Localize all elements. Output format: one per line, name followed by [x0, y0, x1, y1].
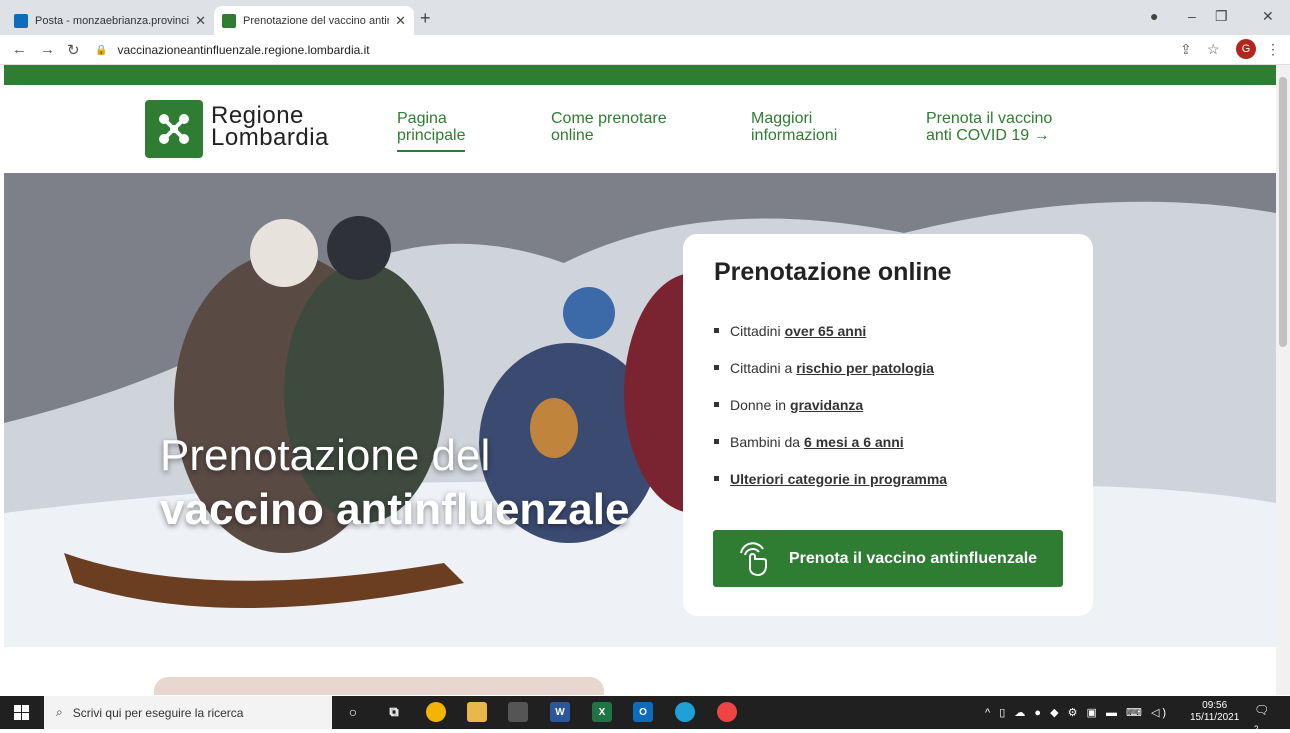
windows-taskbar: ⌕ Scrivi qui per eseguire la ricerca ○ ⧉… — [0, 696, 1290, 733]
cortana-icon[interactable]: ○ — [343, 702, 363, 722]
cta-label: Prenota il vaccino antinfluenzale — [789, 549, 1038, 567]
excel-icon[interactable]: X — [592, 702, 612, 722]
address-bar: ← → ↻ 🔒 vaccinazioneantinfluenzale.regio… — [0, 35, 1290, 65]
category-link-bambini[interactable]: 6 mesi a 6 anni — [804, 434, 904, 450]
site-header: Regione Lombardia Pagina principale Come… — [4, 85, 1276, 173]
share-icon[interactable]: ⇪ — [1180, 41, 1192, 58]
category-link-rischio[interactable]: rischio per patologia — [796, 360, 934, 376]
page-viewport: Regione Lombardia Pagina principale Come… — [0, 65, 1290, 695]
windows-start-icon[interactable] — [14, 705, 29, 720]
bullet-icon — [714, 365, 719, 370]
bullet-icon — [714, 439, 719, 444]
edge-icon[interactable] — [675, 702, 695, 722]
taskbar-clock[interactable]: 09:56 15/11/2021 — [1190, 700, 1239, 724]
close-window-icon[interactable]: ✕ — [1262, 8, 1274, 25]
file-explorer-icon[interactable] — [467, 702, 487, 722]
hero-title-line1: Prenotazione del — [160, 431, 491, 480]
tab-title: Posta - monzaebrianza.provincia. — [35, 14, 190, 27]
bullet-icon — [714, 476, 719, 481]
list-item: Cittadini over 65 anni — [714, 312, 947, 349]
nav-label-line2: informazioni — [751, 127, 838, 144]
tab-close-icon[interactable]: ✕ — [395, 13, 406, 29]
system-tray-icons[interactable]: ^ ▯ ☁ ● ◆ ⚙ ▣ ▬ ⌨ ◁) — [985, 706, 1169, 719]
notification-center-icon[interactable]: 🗨2 — [1254, 703, 1270, 733]
nav-label-line1: Come prenotare — [551, 110, 667, 127]
outlook-icon[interactable]: O — [633, 702, 653, 722]
item-prefix: Cittadini a — [730, 359, 793, 376]
menu-dots-icon[interactable]: ⋮ — [1266, 41, 1280, 58]
nav-label-line1: Maggiori — [751, 110, 813, 127]
top-green-strip — [4, 65, 1276, 85]
logo-line2: Lombardia — [211, 124, 329, 151]
book-vaccine-button[interactable]: Prenota il vaccino antinfluenzale — [713, 530, 1063, 587]
forward-icon[interactable]: → — [40, 41, 55, 58]
list-item: Ulteriori categorie in programma — [714, 460, 947, 497]
new-tab-icon[interactable]: + — [420, 8, 431, 29]
list-item: Cittadini a rischio per patologia — [714, 349, 947, 386]
reload-icon[interactable]: ↻ — [67, 41, 80, 59]
category-list: Cittadini over 65 anni Cittadini a rischio… — [714, 312, 947, 497]
app-icon[interactable] — [717, 702, 737, 722]
tab-title: Prenotazione del vaccino antinflu — [243, 14, 390, 27]
lock-icon: 🔒 — [95, 44, 108, 56]
outlook-icon — [14, 13, 28, 28]
nav-label-line1: Pagina — [397, 110, 447, 127]
store-icon[interactable] — [508, 702, 528, 722]
record-icon[interactable]: ● — [1150, 8, 1158, 24]
logo-wordmark[interactable]: Regione Lombardia — [211, 104, 329, 151]
rosa-camuna-icon — [159, 114, 189, 144]
taskbar-search-input[interactable]: ⌕ Scrivi qui per eseguire la ricerca — [44, 696, 332, 729]
category-link-gravidanza[interactable]: gravidanza — [790, 397, 863, 413]
nav-pagina-principale[interactable]: Pagina principale — [397, 110, 466, 152]
tab-close-icon[interactable]: ✕ — [195, 13, 206, 29]
word-icon[interactable]: W — [550, 702, 570, 722]
nav-label-line1: Prenota il vaccino — [926, 110, 1053, 127]
nav-come-prenotare[interactable]: Come prenotare online — [551, 110, 667, 144]
list-item: Bambini da 6 mesi a 6 anni — [714, 423, 947, 460]
page-scrollbar[interactable] — [1276, 65, 1290, 695]
nav-label-line2: online — [551, 127, 594, 144]
search-icon: ⌕ — [56, 705, 63, 719]
browser-tab-mail[interactable]: Posta - monzaebrianza.provincia. ✕ — [6, 6, 214, 35]
search-placeholder: Scrivi qui per eseguire la ricerca — [72, 705, 244, 720]
url-field[interactable]: 🔒 vaccinazioneantinfluenzale.regione.lom… — [95, 39, 1155, 61]
scrollbar-thumb[interactable] — [1279, 77, 1287, 347]
back-icon[interactable]: ← — [12, 41, 27, 58]
nav-prenota-covid[interactable]: Prenota il vaccino anti COVID 19 → — [926, 110, 1052, 144]
next-section-image — [154, 677, 604, 695]
item-prefix: Cittadini — [730, 322, 781, 339]
browser-tab-bar: Posta - monzaebrianza.provincia. ✕ Preno… — [0, 0, 1290, 35]
hero-title: Prenotazione del vaccino antinfluenzale — [160, 429, 629, 537]
regione-lombardia-icon — [222, 13, 236, 28]
nav-maggiori-informazioni[interactable]: Maggiori informazioni — [751, 110, 837, 144]
hero-title-line2: vaccino antinfluenzale — [160, 485, 630, 534]
bookmark-star-icon[interactable]: ☆ — [1207, 41, 1220, 58]
regione-lombardia-logo-icon[interactable] — [145, 100, 203, 158]
category-link-ulteriori[interactable]: Ulteriori categorie in programma — [730, 471, 947, 487]
booking-card: Prenotazione online Cittadini over 65 ann… — [683, 234, 1093, 616]
touch-hand-icon — [740, 541, 767, 576]
card-title: Prenotazione online — [714, 258, 952, 286]
clock-time: 09:56 — [1202, 700, 1228, 711]
bullet-icon — [714, 328, 719, 333]
browser-tab-vaccine[interactable]: Prenotazione del vaccino antinflu ✕ — [214, 6, 414, 35]
nav-label-line2: principale — [397, 127, 466, 144]
chrome-icon[interactable] — [426, 702, 446, 722]
profile-avatar[interactable]: G — [1236, 39, 1256, 59]
minimize-icon[interactable]: – — [1188, 8, 1196, 24]
url-text: vaccinazioneantinfluenzale.regione.lomba… — [117, 43, 370, 57]
category-link-over-65[interactable]: over 65 anni — [785, 323, 867, 339]
item-prefix: Donne in — [730, 396, 787, 413]
clock-date: 15/11/2021 — [1190, 712, 1240, 723]
item-prefix: Bambini da — [730, 433, 801, 450]
bullet-icon — [714, 402, 719, 407]
hero-banner: Prenotazione del vaccino antinfluenzale … — [4, 173, 1276, 647]
task-view-icon[interactable]: ⧉ — [384, 702, 404, 722]
nav-label-line2: anti COVID 19 → — [926, 127, 1050, 144]
list-item: Donne in gravidanza — [714, 386, 947, 423]
restore-icon[interactable]: ❐ — [1215, 8, 1228, 25]
